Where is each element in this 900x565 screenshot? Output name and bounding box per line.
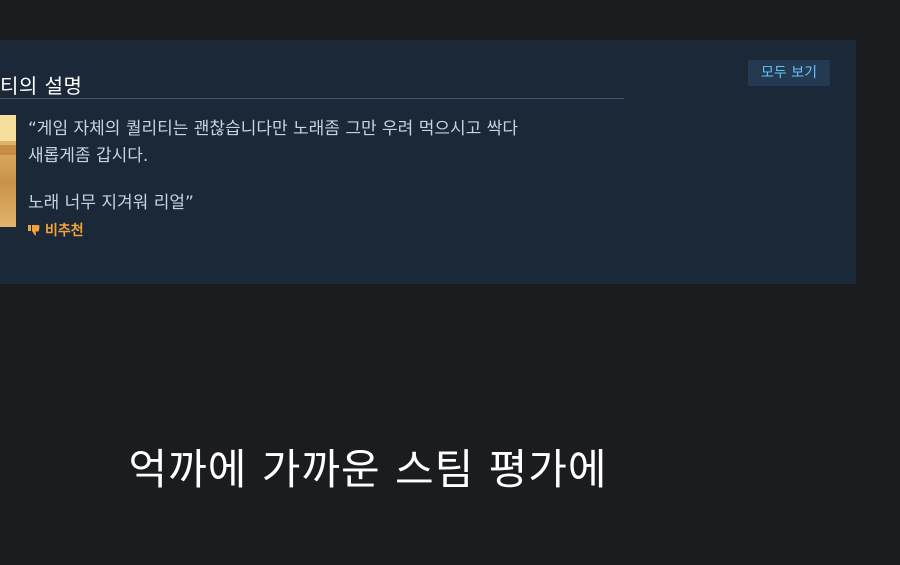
review-panel: 티의 설명 모두 보기 “게임 자체의 퀄리티는 괜찮습니다만 노래좀 그만 우…	[0, 40, 856, 284]
title-divider	[0, 98, 624, 99]
reviewer-avatar[interactable]	[0, 115, 16, 227]
thumbs-down-icon	[28, 225, 40, 236]
review-text: “게임 자체의 퀄리티는 괜찮습니다만 노래좀 그만 우려 먹으시고 싹다 새롭…	[28, 116, 648, 217]
video-caption: 억까에 가까운 스팀 평가에	[128, 445, 608, 494]
review-line-3: 노래 너무 지겨워 리얼”	[28, 193, 194, 213]
panel-title: 티의 설명	[0, 74, 83, 98]
review-verdict: 비추천	[28, 220, 84, 240]
review-line-1: “게임 자체의 퀄리티는 괜찮습니다만 노래좀 그만 우려 먹으시고 싹다	[28, 119, 518, 139]
view-all-button[interactable]: 모두 보기	[748, 60, 830, 86]
avatar-shade	[0, 145, 16, 155]
review-line-2: 새롭게좀 갑시다.	[28, 146, 149, 166]
verdict-label: 비추천	[45, 223, 84, 239]
avatar-hair	[0, 115, 16, 141]
screenshot-stage: 티의 설명 모두 보기 “게임 자체의 퀄리티는 괜찮습니다만 노래좀 그만 우…	[0, 0, 900, 565]
review-spacer	[28, 170, 648, 190]
